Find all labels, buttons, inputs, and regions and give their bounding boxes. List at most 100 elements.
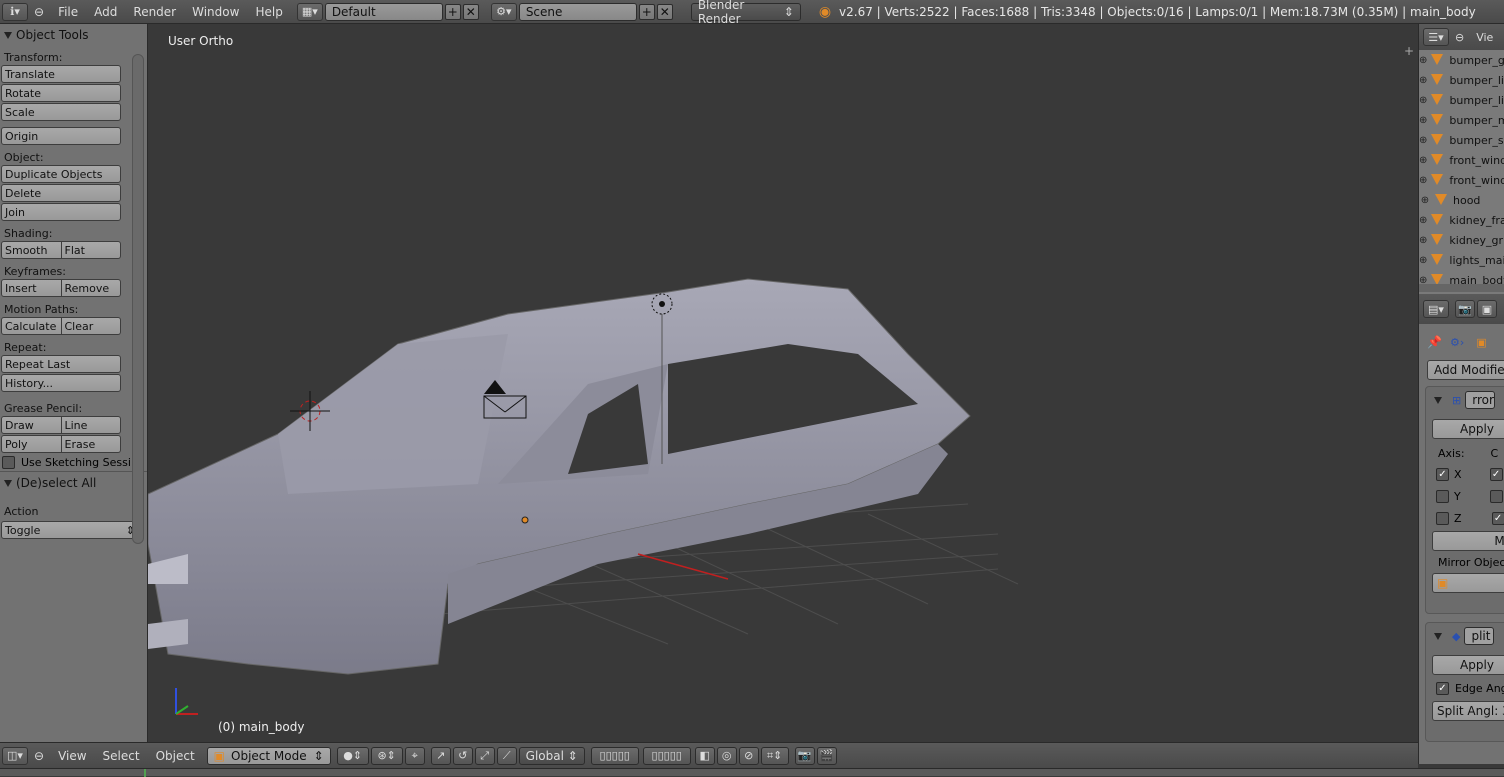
menu-help[interactable]: Help — [247, 5, 290, 19]
draw-button[interactable]: Draw — [1, 416, 62, 434]
translate-button[interactable]: Translate — [1, 65, 121, 83]
pivot-point-dropdown[interactable]: ⊛⇕ — [370, 746, 403, 765]
expand-plus-icon[interactable]: ⊕ — [1419, 215, 1427, 226]
outliner-item[interactable]: ⊕ bumper_si — [1419, 130, 1504, 150]
outliner-item[interactable]: ⊕ hood — [1419, 190, 1504, 210]
transform-icon[interactable]: ⟋ — [496, 746, 517, 765]
edge-split-name-field[interactable]: plit — [1464, 627, 1495, 645]
screen-layout-field[interactable]: Default — [324, 2, 443, 21]
outliner-editor-type-button[interactable]: ☰▾ — [1423, 28, 1449, 46]
outliner-item[interactable]: ⊕ front_wind — [1419, 170, 1504, 190]
flat-button[interactable]: Flat — [61, 241, 121, 259]
outliner-item[interactable]: ⊕ bumper_m — [1419, 110, 1504, 130]
axis-y-row[interactable]: Y — [1426, 485, 1504, 507]
3d-viewport[interactable]: User Ortho (0) main_body + — [148, 24, 1418, 742]
remove-keyframe-button[interactable]: Remove — [61, 279, 121, 297]
mirror-modifier-name-field[interactable]: rror — [1465, 391, 1496, 409]
clipping-checkbox[interactable]: ✓ — [1489, 467, 1503, 481]
expand-plus-icon[interactable]: ⊕ — [1419, 175, 1427, 186]
timeline-strip[interactable] — [0, 768, 1504, 777]
add-layout-button[interactable]: + — [444, 3, 461, 20]
outliner-item[interactable]: ⊕ bumper_g — [1419, 50, 1504, 70]
expand-plus-icon[interactable]: ⊕ — [1419, 95, 1427, 106]
snap-element-dropdown[interactable]: ⌗⇕ — [760, 746, 789, 765]
axis-y-checkbox[interactable] — [1436, 489, 1449, 503]
calculate-button[interactable]: Calculate — [1, 317, 62, 335]
render-tab-icon[interactable]: 📷 — [1455, 300, 1475, 318]
interaction-mode-dropdown[interactable]: ▣ Object Mode ⇕ — [206, 746, 331, 765]
erase-button[interactable]: Erase — [61, 435, 121, 453]
uv-checkbox[interactable]: ✓ — [1491, 511, 1504, 525]
expand-plus-icon[interactable]: ⊕ — [1419, 55, 1427, 66]
scene-field[interactable]: Scene — [518, 2, 637, 21]
repeat-last-button[interactable]: Repeat Last — [1, 355, 121, 373]
screen-layout-icon[interactable]: ▦▾ — [296, 2, 323, 21]
remove-layout-button[interactable]: ✕ — [462, 3, 479, 20]
remove-scene-button[interactable]: ✕ — [656, 3, 673, 20]
menu-add[interactable]: Add — [86, 5, 125, 19]
menu-render[interactable]: Render — [125, 5, 184, 19]
sketching-session-row[interactable]: Use Sketching Sessi — [0, 454, 147, 470]
split-angle-field[interactable]: Split Angl: 3( — [1432, 701, 1504, 721]
menu-view[interactable]: View — [50, 749, 94, 763]
expand-triangle-icon[interactable] — [1434, 396, 1442, 404]
render-layers-tab-icon[interactable]: ▣ — [1477, 300, 1497, 318]
rotate-button[interactable]: Rotate — [1, 84, 121, 102]
outliner-item[interactable]: ⊕ lights_mai — [1419, 250, 1504, 270]
axis-x-row[interactable]: ✓ X ✓ — [1426, 463, 1504, 485]
insert-keyframe-button[interactable]: Insert — [1, 279, 62, 297]
scale-manipulator-icon[interactable]: ⤢ — [474, 746, 495, 765]
poly-button[interactable]: Poly — [1, 435, 62, 453]
tool-shelf-scrollbar[interactable] — [132, 54, 144, 544]
smooth-button[interactable]: Smooth — [1, 241, 62, 259]
axis-x-checkbox[interactable]: ✓ — [1436, 467, 1449, 481]
expand-plus-icon[interactable]: ⊕ — [1419, 195, 1431, 206]
sketching-checkbox[interactable] — [2, 455, 15, 469]
menu-object[interactable]: Object — [148, 749, 203, 763]
scale-button[interactable]: Scale — [1, 103, 121, 121]
proportional-edit-icon[interactable]: ◎ — [716, 746, 737, 765]
collapse-menu-icon[interactable]: ⊖ — [28, 5, 50, 19]
properties-editor-type-button[interactable]: ▤▾ — [1423, 300, 1449, 318]
outliner-item[interactable]: ⊕ bumper_li — [1419, 90, 1504, 110]
line-button[interactable]: Line — [61, 416, 121, 434]
expand-plus-icon[interactable]: ⊕ — [1419, 155, 1427, 166]
outliner-item[interactable]: ⊕ front_wind — [1419, 150, 1504, 170]
apply-edge-split-button[interactable]: Apply — [1432, 655, 1504, 675]
pin-icon[interactable]: 📌 — [1427, 335, 1442, 349]
apply-mirror-button[interactable]: Apply — [1432, 419, 1504, 439]
plus-icon[interactable]: + — [1404, 44, 1414, 58]
duplicate-objects-button[interactable]: Duplicate Objects — [1, 165, 121, 183]
outliner-item[interactable]: ⊕ kidney_fra — [1419, 210, 1504, 230]
collapse-menu-icon[interactable]: ⊖ — [1455, 31, 1464, 44]
origin-button[interactable]: Origin — [1, 127, 121, 145]
menu-window[interactable]: Window — [184, 5, 247, 19]
menu-select[interactable]: Select — [95, 749, 148, 763]
viewport-editor-type-button[interactable]: ◫▾ — [2, 746, 28, 765]
axis-z-row[interactable]: Z ✓ — [1426, 507, 1504, 529]
deselect-all-header[interactable]: (De)select All — [0, 472, 147, 494]
outliner-view-menu[interactable]: Vie — [1476, 31, 1493, 44]
merge-limit-field[interactable]: Mer — [1432, 531, 1504, 551]
object-tools-header[interactable]: Object Tools — [0, 24, 147, 46]
vertex-group-checkbox[interactable] — [1489, 489, 1503, 503]
add-modifier-button[interactable]: Add Modifier — [1427, 360, 1504, 380]
edge-angle-checkbox[interactable]: ✓ — [1436, 681, 1449, 695]
axis-z-checkbox[interactable] — [1436, 511, 1449, 525]
join-button[interactable]: Join — [1, 203, 121, 221]
render-animation-icon[interactable]: 🎬 — [816, 746, 837, 765]
expand-plus-icon[interactable]: ⊕ — [1419, 115, 1427, 126]
expand-plus-icon[interactable]: ⊕ — [1419, 135, 1427, 146]
add-scene-button[interactable]: + — [638, 3, 655, 20]
clear-button[interactable]: Clear — [61, 317, 121, 335]
expand-plus-icon[interactable]: ⊕ — [1419, 255, 1427, 266]
menu-file[interactable]: File — [50, 5, 86, 19]
expand-triangle-icon[interactable] — [1434, 632, 1442, 640]
collapse-menu-icon[interactable]: ⊖ — [28, 749, 50, 763]
render-engine-dropdown[interactable]: Blender Render ⇕ — [690, 0, 801, 26]
car-body-mesh[interactable] — [148, 278, 971, 675]
mirror-object-field[interactable]: ▣ — [1432, 573, 1504, 593]
expand-plus-icon[interactable]: ⊕ — [1419, 75, 1427, 86]
scene-icon[interactable]: ⚙▾ — [490, 2, 517, 21]
info-editor-type-button[interactable]: ℹ▾ — [2, 2, 28, 21]
